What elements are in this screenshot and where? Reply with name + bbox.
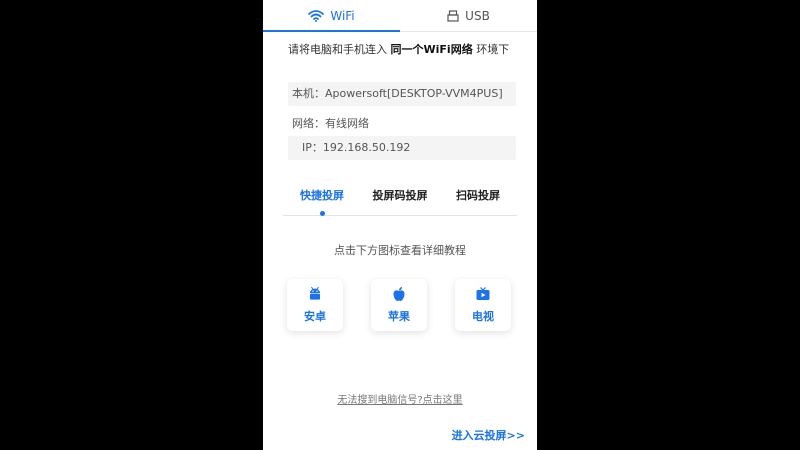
cloud-mirror-link[interactable]: 进入云投屏>> [452,427,525,443]
android-label: 安卓 [304,310,326,323]
network-label: 网络： [292,117,325,130]
intro-prefix: 请将电脑和手机连入 [288,43,391,56]
connection-instruction: 请将电脑和手机连入 同一个WiFi网络 环境下 [288,42,518,58]
tab-wifi-label: WiFi [330,8,355,23]
apple-label: 苹果 [388,310,410,323]
network-value: 有线网络 [325,117,369,130]
wifi-icon [308,9,325,22]
network-info: 网络：有线网络 [292,115,369,131]
host-label: 本机： [292,87,325,100]
tv-icon [475,286,491,302]
host-info: 本机：Apowersoft[DESKTOP-VVM4PUS] [288,82,516,106]
apple-button[interactable]: 苹果 [371,279,427,331]
intro-highlight: 同一个WiFi网络 [390,43,473,56]
no-signal-help-link[interactable]: 无法搜到电脑信号?点击这里 [263,391,537,406]
host-value: Apowersoft[DESKTOP-VVM4PUS] [325,87,503,100]
apple-icon [391,286,407,302]
tutorial-hint: 点击下方图标查看详细教程 [334,244,466,257]
usb-icon [447,9,459,22]
tab-scan-mirror[interactable]: 扫码投屏 [439,185,517,215]
ip-value: 192.168.50.192 [322,141,411,154]
tab-usb-label: USB [465,8,490,23]
tab-quick-mirror[interactable]: 快捷投屏 [283,185,361,216]
tab-quick-mirror-label: 快捷投屏 [300,189,344,202]
ip-info: IP：192.168.50.192 [288,136,516,160]
tab-usb[interactable]: USB [400,0,537,31]
tab-scan-mirror-label: 扫码投屏 [456,189,500,202]
ip-label: IP： [302,141,323,154]
tab-code-mirror[interactable]: 投屏码投屏 [361,185,439,215]
tv-button[interactable]: 电视 [455,279,511,331]
screen-mirror-panel: WiFi USB 请将电脑和手机连入 同一个WiFi网络 环境下 本机：Apow… [263,0,537,450]
tv-label: 电视 [472,310,494,323]
android-icon [307,286,323,302]
intro-suffix: 环境下 [472,43,510,56]
connection-tabs: WiFi USB [263,0,537,32]
mirror-mode-tabs: 快捷投屏 投屏码投屏 扫码投屏 [283,185,517,216]
tab-code-mirror-label: 投屏码投屏 [372,189,428,202]
tab-wifi[interactable]: WiFi [263,0,400,32]
android-button[interactable]: 安卓 [287,279,343,331]
active-indicator [320,211,325,216]
